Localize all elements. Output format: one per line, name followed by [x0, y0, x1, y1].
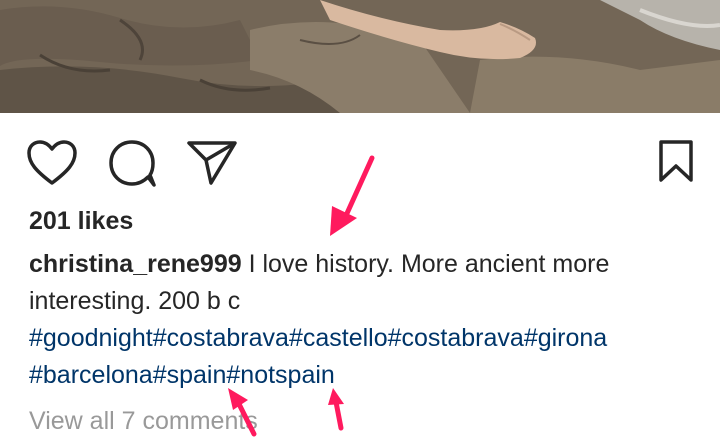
post-caption: christina_rene999 I love history. More a… — [29, 246, 709, 394]
caption-username[interactable]: christina_rene999 — [29, 250, 242, 278]
post-action-bar — [0, 113, 720, 205]
view-comments-link[interactable]: View all 7 comments — [29, 404, 258, 438]
annotation-arrow-notspain — [328, 388, 344, 431]
speech-bubble-icon[interactable] — [108, 139, 158, 189]
likes-count[interactable]: 201 likes — [29, 205, 133, 237]
hashtag-link[interactable]: #spain — [153, 361, 227, 389]
hashtag-link[interactable]: #costabrava — [388, 324, 524, 352]
bookmark-outline-icon[interactable] — [658, 139, 694, 183]
hashtag-link[interactable]: #castello — [289, 324, 388, 352]
heart-outline-icon[interactable] — [26, 139, 78, 187]
hashtag-link[interactable]: #goodnight — [29, 324, 153, 352]
hashtag-link[interactable]: #barcelona — [29, 361, 153, 389]
hashtag-link[interactable]: #costabrava — [153, 324, 289, 352]
post-photo-graphic — [0, 0, 720, 113]
paper-plane-icon[interactable] — [186, 139, 238, 185]
hashtag-link[interactable]: #girona — [524, 324, 607, 352]
hashtag-link[interactable]: #notspain — [226, 361, 334, 389]
post-photo[interactable] — [0, 0, 720, 113]
hashtag-list: #goodnight#costabrava#castello#costabrav… — [29, 324, 607, 389]
